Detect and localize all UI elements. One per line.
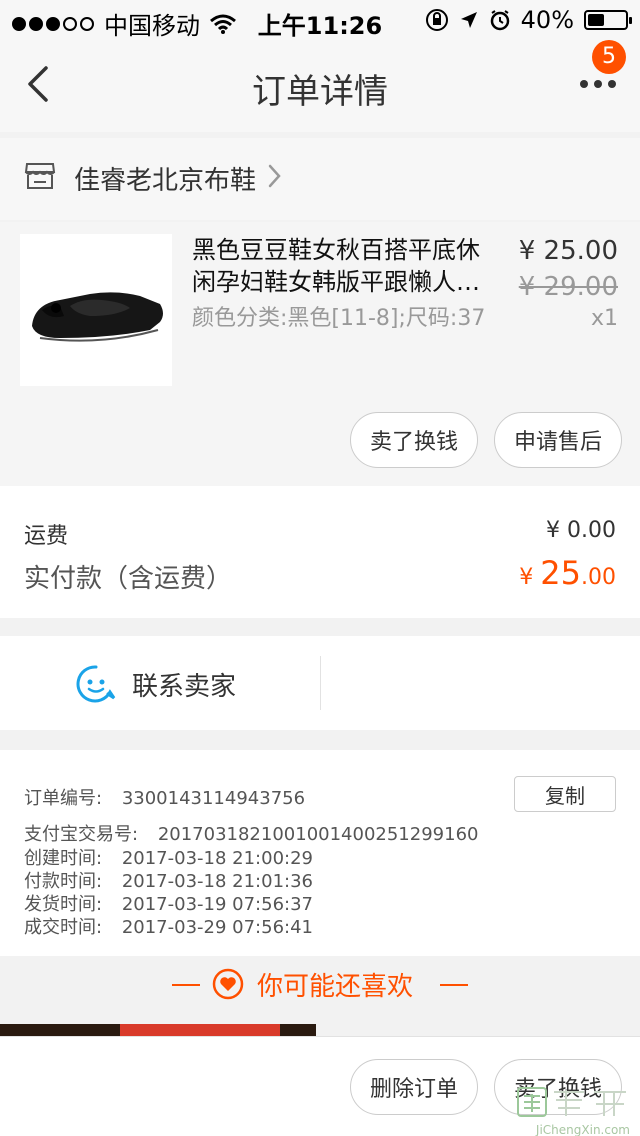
paid-integer: 25 [540,554,581,592]
location-icon [460,12,477,28]
original-price: ¥ 29.00 [518,272,618,302]
product-title-line1: 黑色豆豆鞋女秋百搭平底休 [192,236,480,264]
order-number-value: 3300143114943756 [121,788,306,809]
product-title-line2: 闲孕妇鞋女韩版平跟懒人… [192,268,480,296]
recommend-strip [0,1024,640,1036]
watermark-logo [517,1087,626,1117]
completed-time-label: 成交时间: [24,917,103,938]
alipay-number-value: 2017031821001001400251299160 [157,824,479,845]
order-number-row: 订单编号: 3300143114943756 [24,784,305,810]
paid-time-value: 2017-03-18 21:01:36 [121,871,313,892]
page-title: 订单详情 [252,72,388,112]
after-sales-button[interactable]: 申请售后 [494,412,622,468]
completed-time-row: 成交时间: 2017-03-29 07:56:41 [24,913,313,939]
recommend-item-image[interactable] [0,1024,316,1036]
paid-label: 实付款（含运费） [24,564,233,594]
fee-section: 运费 ¥ 0.00 实付款（含运费） ¥ 25.00 [0,486,640,618]
resell-button[interactable]: 卖了换钱 [350,412,478,468]
divider [320,656,321,710]
battery-percent: 40% [520,6,574,34]
shipped-time-label: 发货时间: [24,894,103,915]
watermark-text: JiChengXin.com [535,1123,630,1136]
status-bar: 中国移动 上午11:26 40% [0,0,640,40]
created-time-value: 2017-03-18 21:00:29 [121,848,313,869]
product-sku: 颜色分类:黑色[11-8];尺码:37 [192,306,486,331]
contact-section: 联系卖家 [0,636,640,730]
alipay-number-label: 支付宝交易号: [24,824,139,845]
chevron-right-icon [268,164,281,188]
notification-badge: 5 [592,40,626,74]
order-number-label: 订单编号: [24,788,103,809]
product-title[interactable]: 黑色豆豆鞋女秋百搭平底休 闲孕妇鞋女韩版平跟懒人… [192,234,492,298]
store-icon [24,163,56,189]
product-card[interactable]: 黑色豆豆鞋女秋百搭平底休 闲孕妇鞋女韩版平跟懒人… 颜色分类:黑色[11-8];… [0,222,640,486]
order-info: 订单编号: 3300143114943756 复制 支付宝交易号: 201703… [0,750,640,956]
battery-icon [584,10,632,30]
watermark: JiChengXin.com [514,1086,634,1136]
copy-button[interactable]: 复制 [514,776,616,812]
paid-currency: ¥ [519,565,541,590]
shop-name: 佳睿老北京布鞋 [74,166,257,196]
rotation-lock-icon [425,9,448,31]
contact-seller-button[interactable]: 联系卖家 [132,666,236,703]
recommend-header: 你可能还喜欢 [0,956,640,1016]
shipping-value: ¥ 0.00 [546,518,616,543]
shipping-label: 运费 [24,524,69,549]
order-detail-page: 中国移动 上午11:26 40% 订单详情 5 佳睿老北京布鞋 黑色豆豆鞋女秋百… [0,0,640,1136]
paid-decimal: .00 [581,565,616,590]
delete-order-button[interactable]: 删除订单 [350,1059,478,1115]
alipay-number-row: 支付宝交易号: 2017031821001001400251299160 [24,820,478,846]
shipped-time-value: 2017-03-19 07:56:37 [121,894,313,915]
navbar: 订单详情 5 [0,40,640,132]
shop-row[interactable]: 佳睿老北京布鞋 [0,138,640,220]
chat-face-icon[interactable] [76,664,116,704]
paid-amount: ¥ 25.00 [519,554,616,592]
rec-line-right [440,984,468,986]
paid-time-label: 付款时间: [24,871,103,892]
product-image[interactable] [20,234,172,386]
recommend-title: 你可能还喜欢 [256,972,413,1002]
product-price: ¥ 25.00 [518,236,618,266]
created-time-label: 创建时间: [24,848,103,869]
completed-time-value: 2017-03-29 07:56:41 [121,917,313,938]
product-quantity: x1 [590,306,618,331]
alarm-icon [490,10,509,31]
status-right: 40% [425,6,632,34]
